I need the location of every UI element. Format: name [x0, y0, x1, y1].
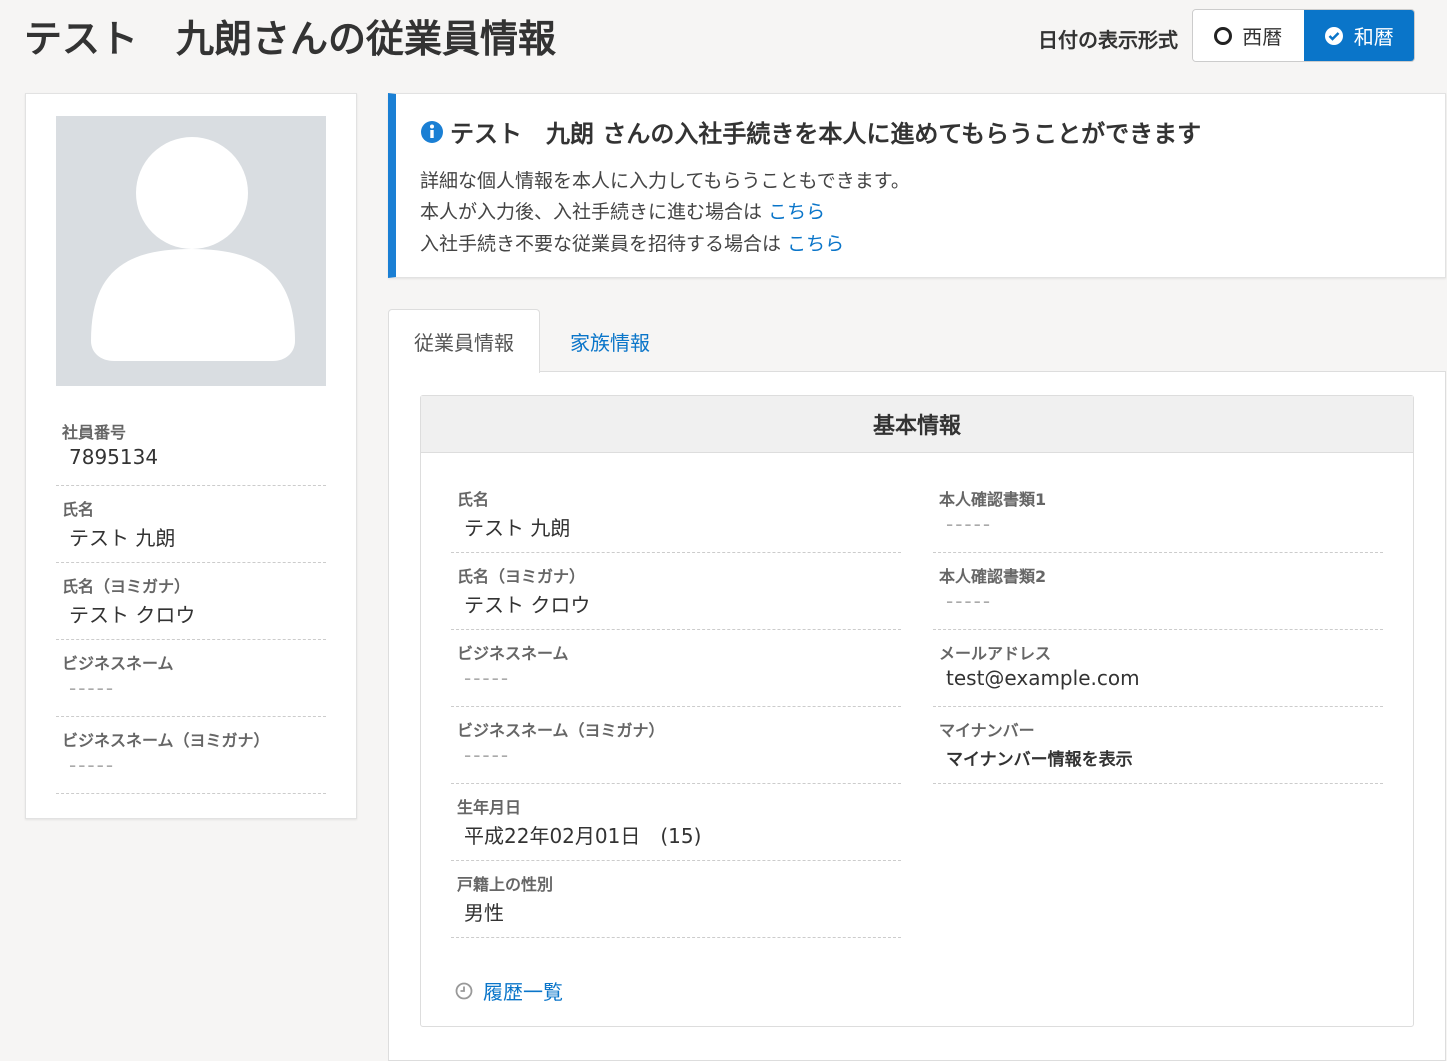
info-field: 本人確認書類1 -----	[933, 476, 1383, 553]
field-value: -----	[464, 743, 511, 767]
info-field: ビジネスネーム（ヨミガナ） -----	[451, 707, 901, 784]
wareki-label: 和暦	[1353, 25, 1394, 49]
info-field: 氏名（ヨミガナ） テスト クロウ	[56, 563, 326, 640]
field-label: 氏名	[62, 500, 95, 519]
seireki-label: 西暦	[1242, 25, 1283, 49]
radio-empty-icon	[1214, 26, 1233, 45]
info-field: ビジネスネーム -----	[56, 640, 326, 717]
info-field: 本人確認書類2 -----	[933, 553, 1383, 630]
field-value: -----	[69, 753, 116, 777]
wareki-option[interactable]: 和暦	[1303, 10, 1414, 61]
field-label: マイナンバー	[939, 721, 1035, 740]
field-value: 平成22年02月01日 (15)	[464, 824, 702, 848]
tab-family-info[interactable]: 家族情報	[540, 309, 680, 373]
date-format-label: 日付の表示形式	[1038, 28, 1178, 52]
info-field: ビジネスネーム（ヨミガナ） -----	[56, 717, 326, 794]
field-label: ビジネスネーム（ヨミガナ）	[457, 721, 665, 740]
avatar	[56, 116, 326, 386]
field-value: テスト クロウ	[69, 603, 196, 627]
field-label: 氏名（ヨミガナ）	[62, 577, 191, 596]
user-silhouette-icon	[91, 137, 295, 361]
show-my-number-link[interactable]: マイナンバー情報を表示	[946, 745, 1133, 770]
field-value: テスト 九朗	[69, 526, 176, 550]
field-value: テスト 九朗	[464, 516, 571, 540]
info-field: 社員番号 7895134	[56, 409, 326, 486]
info-field: メールアドレス test@example.com	[933, 630, 1383, 707]
basic-info-card: 基本情報 氏名テスト 九朗氏名（ヨミガナ） テスト クロウビジネスネーム -----…	[420, 395, 1414, 1027]
field-value: -----	[69, 676, 116, 700]
info-field: 戸籍上の性別男性	[451, 861, 901, 938]
info-field: 生年月日平成22年02月01日 (15)	[451, 784, 901, 861]
info-field: ビジネスネーム -----	[451, 630, 901, 707]
info-field: 氏名（ヨミガナ） テスト クロウ	[451, 553, 901, 630]
field-value: -----	[946, 512, 993, 536]
field-label: 生年月日	[457, 798, 522, 817]
check-circle-icon	[1324, 26, 1343, 45]
info-field: 氏名テスト 九朗	[56, 486, 326, 563]
field-value: -----	[946, 589, 993, 613]
tab-employee-info[interactable]: 従業員情報	[388, 309, 540, 373]
info-field: マイナンバーマイナンバー情報を表示	[933, 707, 1383, 784]
field-value: 7895134	[69, 445, 159, 469]
invite-link[interactable]: こちら	[787, 233, 844, 255]
field-label: 本人確認書類2	[939, 567, 1047, 586]
basic-info-title: 基本情報	[421, 396, 1413, 453]
field-label: 戸籍上の性別	[457, 875, 554, 894]
date-format-toggle[interactable]: 西暦 和暦	[1192, 9, 1415, 62]
field-label: 社員番号	[62, 423, 127, 442]
onboarding-notice: テスト 九朗 さんの入社手続きを本人に進めてもらうことができます 詳細な個人情報…	[388, 93, 1446, 278]
notice-title: テスト 九朗 さんの入社手続きを本人に進めてもらうことができます	[450, 120, 1202, 148]
seireki-option[interactable]: 西暦	[1193, 10, 1304, 61]
field-value: -----	[464, 666, 511, 690]
field-label: 氏名	[457, 490, 490, 509]
tab-panel: 基本情報 氏名テスト 九朗氏名（ヨミガナ） テスト クロウビジネスネーム -----…	[388, 371, 1446, 1061]
field-value: test@example.com	[946, 666, 1140, 690]
notice-line1: 詳細な個人情報を本人に入力してもらうこともできます。	[420, 170, 910, 192]
field-label: ビジネスネーム	[62, 654, 174, 673]
field-label: ビジネスネーム（ヨミガナ）	[62, 731, 270, 750]
field-value: テスト クロウ	[464, 593, 591, 617]
field-value: 男性	[464, 901, 504, 925]
clock-icon	[455, 982, 473, 999]
page-title: テスト 九朗さんの従業員情報	[24, 17, 557, 61]
field-label: 本人確認書類1	[939, 490, 1047, 509]
notice-line2: 本人が入力後、入社手続きに進む場合は	[420, 201, 763, 223]
info-icon	[421, 120, 443, 143]
info-field: 氏名テスト 九朗	[451, 476, 901, 553]
history-link[interactable]: 履歴一覧	[483, 976, 563, 1005]
field-label: ビジネスネーム	[457, 644, 569, 663]
profile-card: 社員番号 7895134 氏名テスト 九朗氏名（ヨミガナ） テスト クロウビジネスネー…	[25, 93, 357, 819]
field-label: 氏名（ヨミガナ）	[457, 567, 586, 586]
notice-line3: 入社手続き不要な従業員を招待する場合は	[420, 233, 782, 255]
proceed-link[interactable]: こちら	[768, 201, 825, 223]
field-label: メールアドレス	[939, 644, 1052, 663]
